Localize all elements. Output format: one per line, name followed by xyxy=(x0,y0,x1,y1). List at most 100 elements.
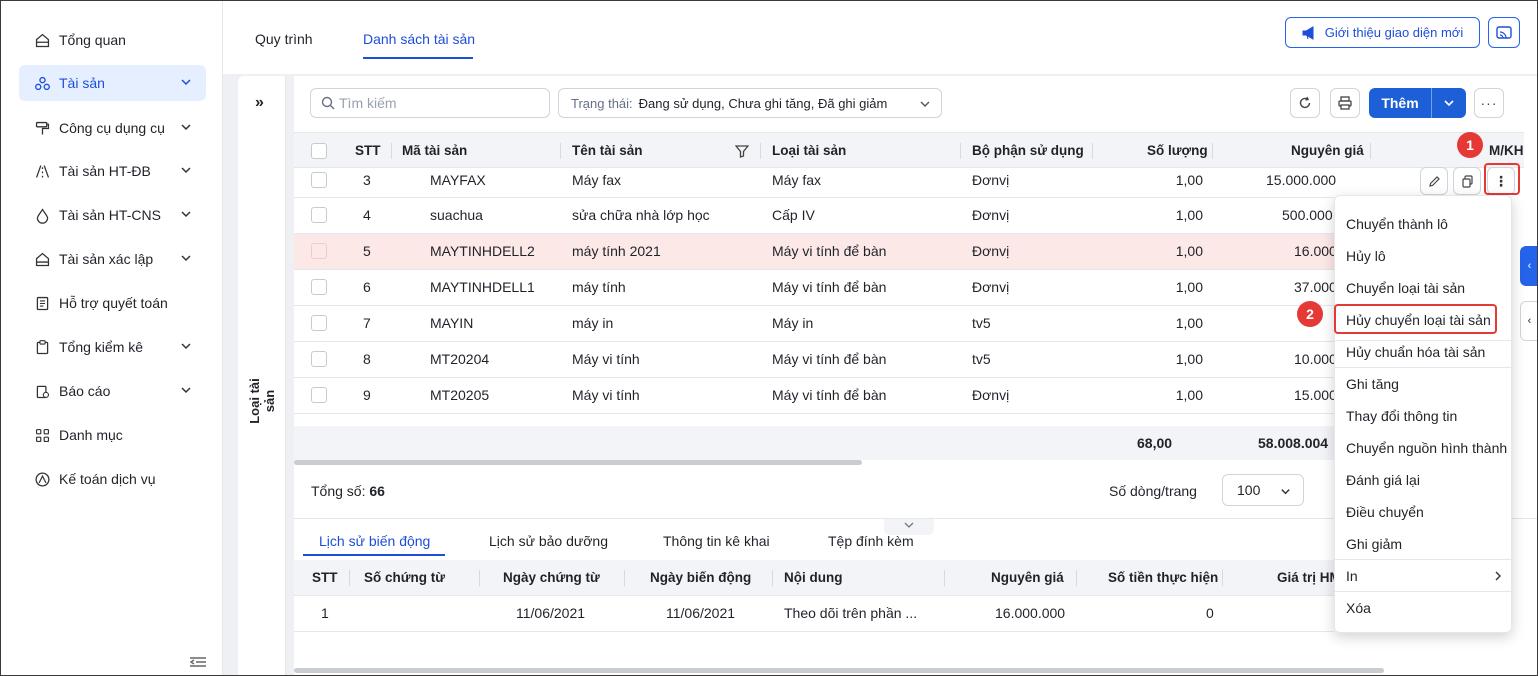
history-table-header: STT Số chứng từ Ngày chứng từ Ngày biến … xyxy=(294,560,1341,596)
refresh-icon xyxy=(1299,96,1311,109)
table-row[interactable]: 9 MT20205 Máy vi tính Máy vi tính để bàn… xyxy=(294,378,1337,414)
total-count: Tổng số: 66 xyxy=(311,483,385,499)
sidebar-item-overview[interactable]: Tổng quan xyxy=(19,22,206,58)
sidebar-item-reports[interactable]: Báo cáo xyxy=(19,373,206,409)
menu-item-cancel-standardization[interactable]: Hủy chuẩn hóa tài sản xyxy=(1335,336,1513,368)
menu-item-print[interactable]: In xyxy=(1335,560,1513,592)
tab-maintenance-history[interactable]: Lịch sử bảo dưỡng xyxy=(489,533,608,549)
sidebar-item-tools[interactable]: Công cụ dụng cụ xyxy=(19,110,206,146)
row-checkbox[interactable] xyxy=(311,387,327,403)
cell-dept: Đơnvị xyxy=(972,207,1010,223)
print-button[interactable] xyxy=(1330,88,1360,118)
menu-item-cancel-lot[interactable]: Hủy lô xyxy=(1335,240,1513,272)
sidebar-item-catalog[interactable]: Danh mục xyxy=(19,417,206,453)
horizontal-scrollbar[interactable] xyxy=(294,668,1384,673)
edit-row-button[interactable] xyxy=(1420,167,1448,195)
row-checkbox[interactable] xyxy=(311,172,327,188)
rows-per-page-value: 100 xyxy=(1237,482,1261,498)
collapse-sidebar-icon[interactable] xyxy=(187,652,209,672)
refresh-button[interactable] xyxy=(1290,88,1320,118)
menu-item-record-increase[interactable]: Ghi tăng xyxy=(1335,368,1513,400)
cell-stt: 6 xyxy=(363,279,371,295)
cell-qty: 1,00 xyxy=(1175,207,1203,223)
rows-per-page-select[interactable]: 100 xyxy=(1222,474,1304,506)
cell-stt: 4 xyxy=(363,207,371,223)
sidebar-item-label: Danh mục xyxy=(59,427,123,443)
table-row[interactable]: 8 MT20204 Máy vi tính Máy vi tính để bàn… xyxy=(294,342,1337,378)
active-tab-indicator xyxy=(303,554,445,556)
cell-code: suachua xyxy=(430,207,483,223)
row-checkbox[interactable] xyxy=(311,315,327,331)
table-row[interactable]: 6 MAYTINHDELL1 máy tính Máy vi tính để b… xyxy=(294,270,1337,306)
cell-dept: Đơnvị xyxy=(972,243,1010,259)
column-separator xyxy=(624,570,625,586)
filter-icon[interactable] xyxy=(735,144,749,158)
table-row-selected[interactable]: 5 MAYTINHDELL2 máy tính 2021 Máy vi tính… xyxy=(294,234,1337,270)
sidebar-item-infrastructure-road[interactable]: Tài sản HT-ĐB xyxy=(19,153,206,189)
sum-quantity: 68,00 xyxy=(1137,435,1173,451)
table-row[interactable]: 3 MAYFAX Máy fax Máy fax Đơnvị 1,00 15.0… xyxy=(294,168,1336,198)
intro-new-ui-button[interactable]: Giới thiệu giao diện mới xyxy=(1285,17,1480,48)
row-checkbox[interactable] xyxy=(311,279,327,295)
cell-code: MAYTINHDELL1 xyxy=(430,279,535,295)
menu-item-change-info[interactable]: Thay đổi thông tin xyxy=(1335,400,1513,432)
chevron-down-icon xyxy=(181,211,191,218)
menu-item-transfer[interactable]: Điều chuyển xyxy=(1335,496,1513,528)
history-table-row[interactable]: 1 11/06/2021 11/06/2021 Theo dõi trên ph… xyxy=(294,596,1334,632)
table-row[interactable]: 7 MAYIN máy in Máy in tv5 1,00 xyxy=(294,306,1334,342)
menu-item-change-source[interactable]: Chuyển nguồn hình thành xyxy=(1335,432,1513,464)
menu-item-delete[interactable]: Xóa xyxy=(1335,592,1513,624)
tab-declaration-info[interactable]: Thông tin kê khai xyxy=(663,533,770,549)
service-icon xyxy=(33,470,51,488)
column-separator xyxy=(479,570,480,586)
menu-item-change-asset-type[interactable]: Chuyển loại tài sản xyxy=(1335,272,1513,304)
sidebar-item-established-assets[interactable]: Tài sản xác lập xyxy=(19,241,206,277)
column-header: Số chứng từ xyxy=(364,570,446,585)
column-header: Ngày biến động xyxy=(650,570,752,585)
more-options-button[interactable]: ··· xyxy=(1474,88,1504,118)
sidebar-item-settlement-support[interactable]: Hỗ trợ quyết toán xyxy=(19,285,206,321)
select-all-checkbox[interactable] xyxy=(311,143,327,159)
column-header: Nội dung xyxy=(784,570,843,585)
sidebar-item-infrastructure-water[interactable]: Tài sản HT-CNS xyxy=(19,197,206,233)
annotation-badge-2: 2 xyxy=(1297,301,1323,327)
cast-button[interactable] xyxy=(1488,17,1520,48)
total-value: 66 xyxy=(369,483,385,499)
status-filter-select[interactable]: Trạng thái: Đang sử dụng, Chưa ghi tăng,… xyxy=(558,88,942,118)
menu-item-record-decrease[interactable]: Ghi giảm xyxy=(1335,528,1513,560)
menu-item-convert-to-lot[interactable]: Chuyển thành lô xyxy=(1335,208,1513,240)
table-row[interactable]: 4 suachua sửa chữa nhà lớp học Cấp IV Đơ… xyxy=(294,198,1334,234)
column-separator xyxy=(772,570,773,586)
sidebar-item-service-accounting[interactable]: Kế toán dịch vụ xyxy=(19,461,206,497)
table-summary-row: 68,00 58.008.004 xyxy=(294,426,1334,460)
tab-asset-list[interactable]: Danh sách tài sản xyxy=(363,31,475,47)
menu-item-revaluate[interactable]: Đánh giá lại xyxy=(1335,464,1513,496)
chevron-right-icon xyxy=(1495,571,1501,581)
add-button[interactable]: Thêm xyxy=(1369,88,1466,118)
sidebar-item-assets[interactable]: Tài sản xyxy=(19,65,206,101)
tab-process[interactable]: Quy trình xyxy=(255,31,313,47)
search-input[interactable]: Tìm kiếm xyxy=(310,88,550,118)
chevron-down-icon xyxy=(181,124,191,131)
sidebar-item-label: Tài sản HT-CNS xyxy=(59,207,161,223)
right-panel-toggle-secondary[interactable]: ‹ xyxy=(1520,301,1537,341)
duplicate-row-button[interactable] xyxy=(1453,167,1481,195)
rows-per-page-label: Số dòng/trang xyxy=(1109,483,1197,499)
tab-attachments[interactable]: Tệp đính kèm xyxy=(828,533,914,549)
column-separator xyxy=(349,570,350,586)
horizontal-scrollbar[interactable] xyxy=(294,460,862,465)
cell-name: máy in xyxy=(572,315,614,331)
chevron-left-icon: ‹ xyxy=(1527,315,1532,327)
cell-price: 37.000 xyxy=(1294,279,1337,295)
row-checkbox[interactable] xyxy=(311,207,327,223)
expand-panel-icon[interactable]: » xyxy=(255,94,264,112)
row-checkbox[interactable] xyxy=(311,243,327,259)
cell-stt: 9 xyxy=(363,387,371,403)
house-icon xyxy=(33,250,51,268)
cell-content: Theo dõi trên phần ... xyxy=(784,605,918,621)
right-panel-toggle[interactable]: ‹ xyxy=(1520,246,1537,286)
row-checkbox[interactable] xyxy=(311,351,327,367)
add-dropdown-toggle[interactable] xyxy=(1432,97,1466,109)
sidebar-item-inventory[interactable]: Tổng kiểm kê xyxy=(19,329,206,365)
tab-change-history[interactable]: Lịch sử biến động xyxy=(319,533,430,549)
